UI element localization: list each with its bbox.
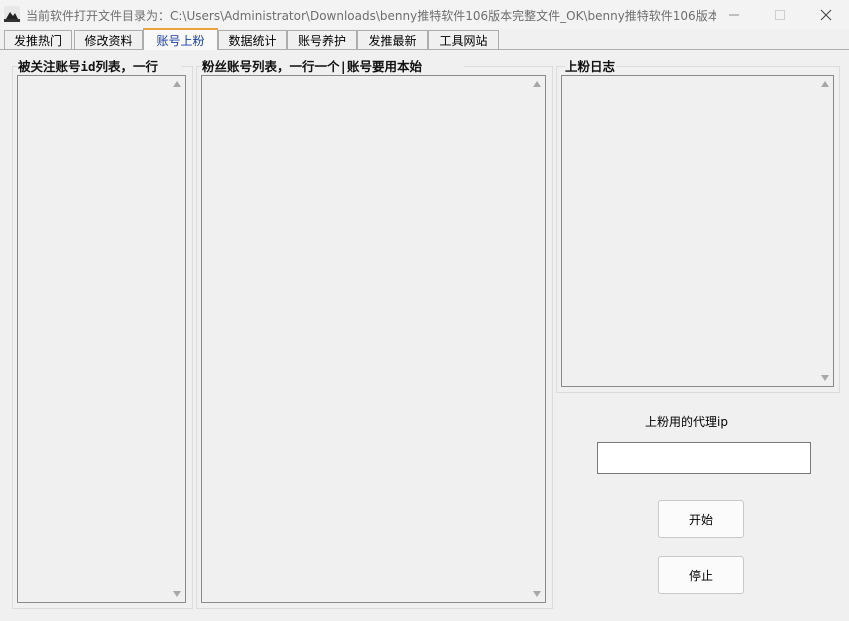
fan-accounts-textarea[interactable] bbox=[201, 75, 546, 603]
log-label: 上粉日志 bbox=[565, 60, 616, 74]
proxy-input[interactable] bbox=[597, 442, 811, 474]
title-bar: 当前软件打开文件目录为：C:\Users\Administrator\Downl… bbox=[0, 0, 849, 29]
minimize-icon[interactable] bbox=[711, 0, 757, 29]
fan-accounts-label: 粉丝账号列表，一行一个|账号要用本始 bbox=[202, 60, 464, 74]
scroll-down-arrow-icon[interactable] bbox=[173, 591, 181, 597]
tab-zhanghao-shangfen[interactable]: 账号上粉 bbox=[143, 28, 218, 50]
tab-divider bbox=[0, 49, 849, 50]
app-icon bbox=[4, 6, 20, 22]
scroll-down-arrow-icon[interactable] bbox=[821, 375, 829, 381]
scroll-up-arrow-icon[interactable] bbox=[173, 81, 181, 87]
log-textarea[interactable] bbox=[561, 75, 834, 387]
scroll-down-arrow-icon[interactable] bbox=[533, 591, 541, 597]
window-title: 当前软件打开文件目录为：C:\Users\Administrator\Downl… bbox=[26, 9, 716, 23]
close-icon[interactable] bbox=[803, 0, 849, 29]
tab-bar: 发推热门 修改资料 账号上粉 数据统计 账号养护 发推最新 工具网站 bbox=[0, 28, 849, 50]
start-button[interactable]: 开始 bbox=[658, 500, 744, 538]
maximize-icon[interactable] bbox=[757, 0, 803, 29]
proxy-label: 上粉用的代理ip bbox=[645, 415, 728, 429]
tab-xiugai-ziliao[interactable]: 修改资料 bbox=[74, 30, 143, 49]
scroll-up-arrow-icon[interactable] bbox=[533, 81, 541, 87]
scrollbar[interactable] bbox=[528, 76, 545, 602]
scrollbar[interactable] bbox=[816, 76, 833, 386]
tab-shuju-tongji[interactable]: 数据统计 bbox=[218, 30, 287, 49]
scroll-up-arrow-icon[interactable] bbox=[821, 81, 829, 87]
tab-fatui-remen[interactable]: 发推热门 bbox=[4, 30, 72, 49]
tab-fatui-zuixin[interactable]: 发推最新 bbox=[357, 30, 428, 49]
tab-gongju-wangzhan[interactable]: 工具网站 bbox=[428, 30, 499, 49]
followed-ids-label: 被关注账号id列表，一行 bbox=[18, 60, 181, 74]
scrollbar[interactable] bbox=[168, 76, 185, 602]
tab-zhanghao-yanghu[interactable]: 账号养护 bbox=[287, 30, 357, 49]
followed-ids-textarea[interactable] bbox=[17, 75, 186, 603]
stop-button[interactable]: 停止 bbox=[658, 556, 744, 594]
